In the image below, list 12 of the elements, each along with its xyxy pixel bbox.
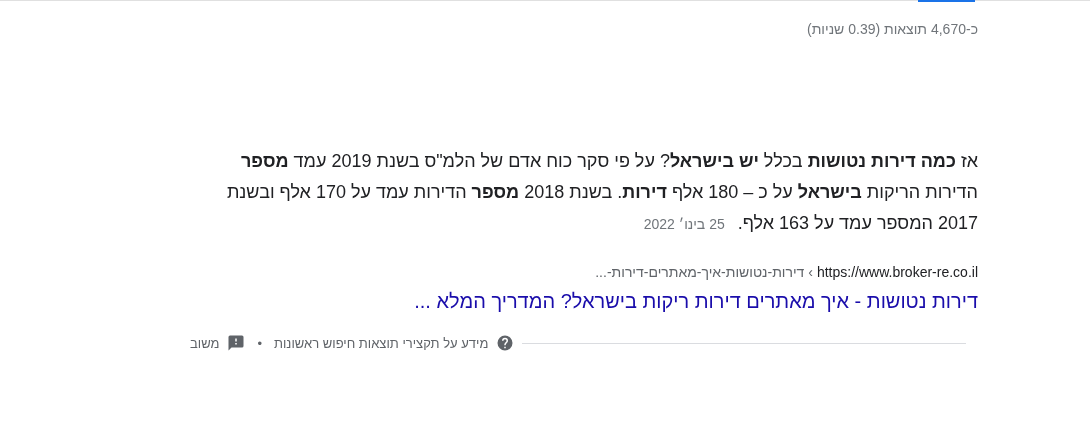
about-snippets-link[interactable]: מידע על תקצירי תוצאות חיפוש ראשונות	[274, 335, 489, 351]
active-tab-indicator	[918, 0, 975, 2]
feedback-link[interactable]: משוב	[190, 335, 220, 351]
snippet-text: אז כמה דירות נטושות בכלל יש בישראל? על פי סקר כוח אדם של הלמ"ס בשנת 2019 עמד מספר הדירות הריקות בישראל על כ – 180 אלף דירות. בשנת 2018 מספר הדירות עמד על 170 אלף ובשנת 2017 המספר עמד על 163 אלף. 25 בינו׳ 2022	[225, 150, 978, 235]
feedback-icon[interactable]	[227, 334, 246, 352]
separator-dot: •	[257, 335, 262, 351]
snippet-date: 25 בינו׳ 2022	[643, 216, 725, 232]
result-url: https://www.broker-re.co.il	[816, 263, 978, 282]
result-stats: כ-4,670 תוצאות (0.39 שניות)	[806, 20, 978, 39]
url-breadcrumb: › דירות-נטושות-איך-מאתרים-דירות-...	[595, 263, 813, 282]
help-icon[interactable]	[496, 334, 515, 352]
result-title-link[interactable]: דירות נטושות - איך מאתרים דירות ריקות בישראל? המדריך המלא ...	[414, 288, 978, 314]
